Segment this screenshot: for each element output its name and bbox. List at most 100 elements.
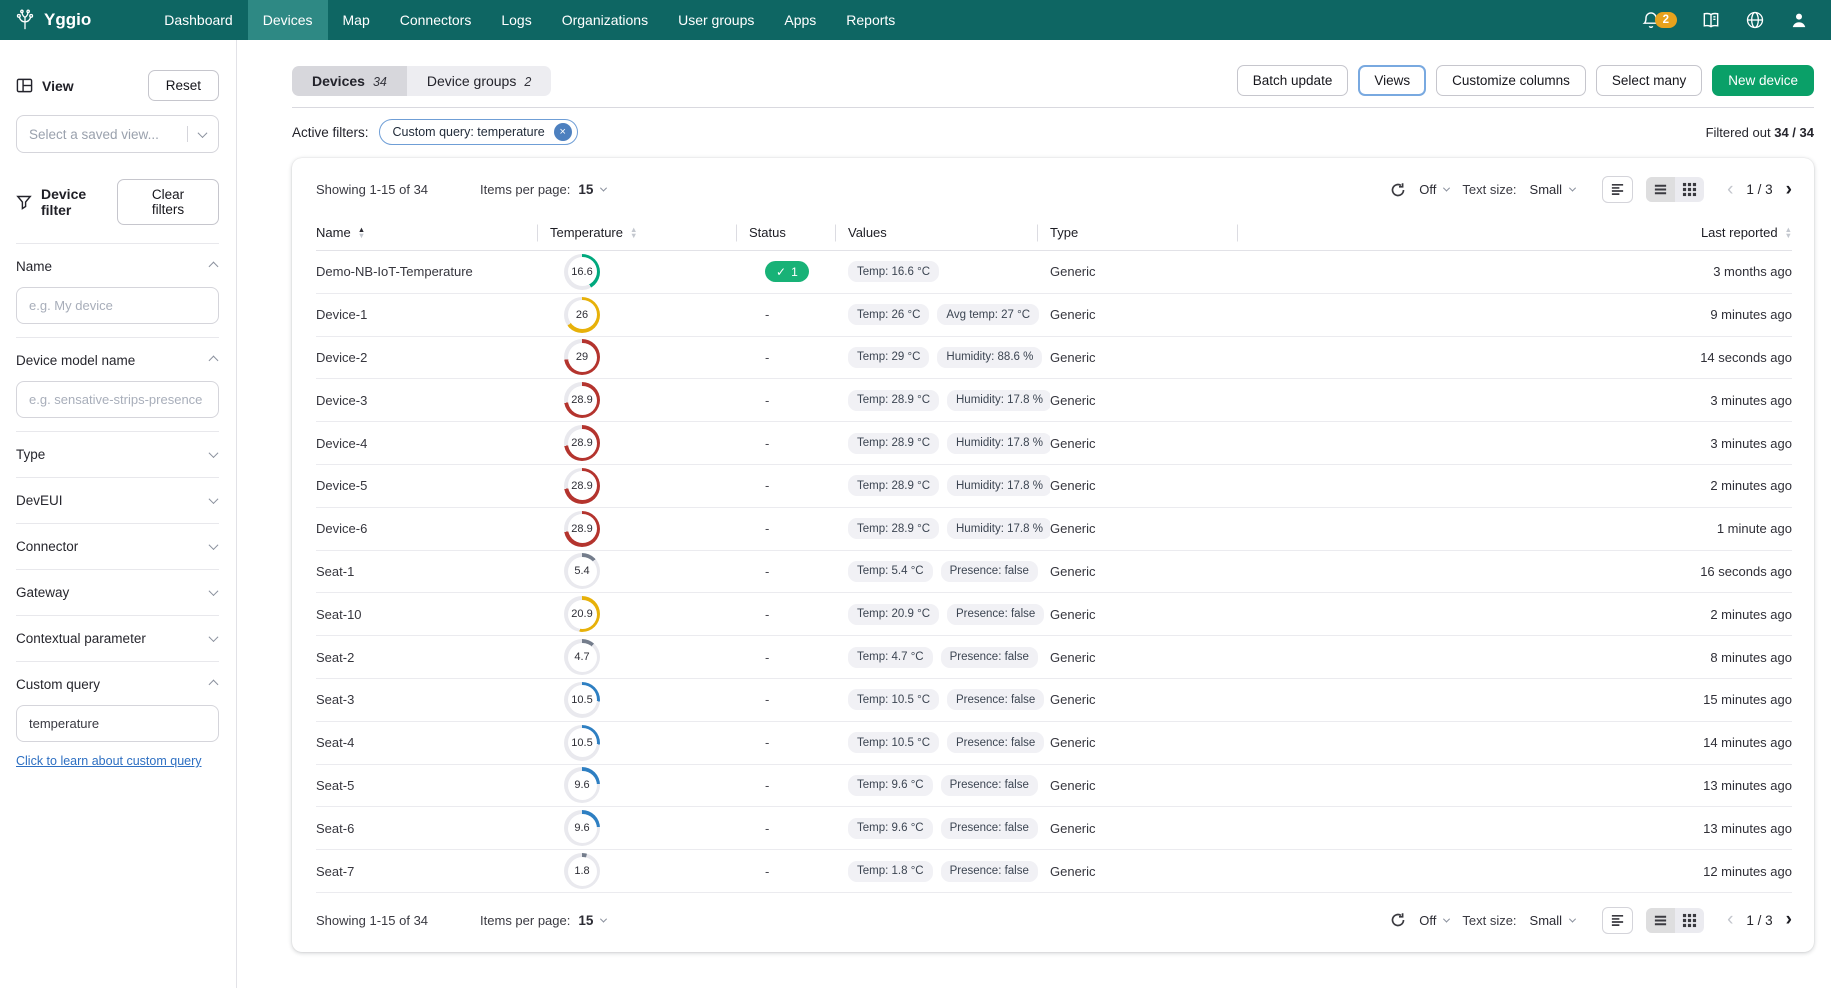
column-header: Status [749,215,848,250]
header-button[interactable]: Select many [1596,65,1702,96]
nav-item[interactable]: Organizations [547,0,663,40]
chevron-icon [209,494,219,504]
table-controls-bar: Showing 1-15 of 34 Items per page: 15 Of… [316,893,1792,938]
column-header[interactable]: Temperature ▲▼ [550,215,749,250]
device-row[interactable]: Seat-1 5.4 - Temp: 5.4 °CPresence: false… [316,551,1792,594]
filter-section-header[interactable]: Name [16,257,219,276]
nav-item[interactable]: User groups [663,0,769,40]
chevron-down-icon [198,128,208,138]
filter-section-input[interactable] [16,705,219,742]
header-button[interactable]: Customize columns [1436,65,1586,96]
device-row[interactable]: Seat-2 4.7 - Temp: 4.7 °CPresence: false… [316,636,1792,679]
column-header[interactable]: Last reported ▲▼ [1632,215,1792,250]
custom-query-help-link[interactable]: Click to learn about custom query [16,754,202,768]
device-row[interactable]: Seat-6 9.6 - Temp: 9.6 °CPresence: false… [316,807,1792,850]
device-row[interactable]: Device-1 26 - Temp: 26 °CAvg temp: 27 °C… [316,294,1792,337]
text-size-select[interactable]: Small [1530,182,1576,197]
filter-section-header[interactable]: DevEUI [16,491,219,510]
filter-section-header[interactable]: Device model name [16,351,219,370]
filter-section-input[interactable] [16,381,219,418]
filter-section-header[interactable]: Connector [16,537,219,556]
filter-section: Contextual parameter [16,615,219,661]
docs-book-icon[interactable] [1701,10,1721,30]
nav-item[interactable]: Connectors [385,0,487,40]
device-values: Temp: 28.9 °CHumidity: 17.8 % [848,433,1050,454]
temperature-gauge: 10.5 [564,725,600,761]
nav-item[interactable]: Reports [831,0,910,40]
notifications-bell-icon[interactable]: 2 [1641,10,1677,30]
column-header[interactable]: Name ▲▼ [316,215,550,250]
value-pill: Humidity: 17.8 % [947,390,1050,411]
list-view-button[interactable] [1646,177,1675,202]
device-row[interactable]: Demo-NB-IoT-Temperature 16.6 ✓1 Temp: 16… [316,251,1792,294]
header-button[interactable]: Views [1358,65,1426,96]
remove-filter-icon[interactable]: × [554,123,572,141]
items-per-page-select[interactable]: 15 [578,182,606,197]
auto-refresh-icon[interactable] [1390,912,1406,928]
device-row[interactable]: Seat-4 10.5 - Temp: 10.5 °CPresence: fal… [316,722,1792,765]
device-status: - [749,650,848,665]
filter-section-input[interactable] [16,287,219,324]
value-pill: Presence: false [941,775,1038,796]
tab[interactable]: Devices34 [292,66,407,96]
items-per-page-label: Items per page: [480,913,570,928]
device-name: Seat-3 [316,692,550,707]
yggio-brand[interactable]: Yggio [0,0,109,40]
language-globe-icon[interactable] [1745,10,1765,30]
refresh-interval-select[interactable]: Off [1419,913,1449,928]
device-values: Temp: 9.6 °CPresence: false [848,775,1050,796]
nav-item[interactable]: Dashboard [149,0,248,40]
reset-view-button[interactable]: Reset [148,70,219,101]
tab[interactable]: Device groups2 [407,66,551,96]
saved-view-select[interactable]: Select a saved view... [16,115,219,153]
next-page-button[interactable]: › [1786,179,1792,201]
nav-item[interactable]: Map [328,0,385,40]
auto-refresh-icon[interactable] [1390,182,1406,198]
header-button[interactable]: New device [1712,65,1814,96]
prev-page-button[interactable]: ‹ [1727,909,1733,931]
device-status: - [749,393,848,408]
nav-item[interactable]: Apps [769,0,831,40]
grid-view-button[interactable] [1675,177,1704,202]
device-status: - [749,735,848,750]
filter-section-header[interactable]: Contextual parameter [16,629,219,648]
prev-page-button[interactable]: ‹ [1727,179,1733,201]
device-row[interactable]: Seat-7 1.8 - Temp: 1.8 °CPresence: false… [316,850,1792,893]
user-profile-icon[interactable] [1789,10,1809,30]
device-status: - [749,564,848,579]
compact-list-view-button[interactable] [1602,176,1633,203]
device-type: Generic [1050,564,1250,579]
next-page-button[interactable]: › [1786,909,1792,931]
list-view-button[interactable] [1646,908,1675,933]
device-row[interactable]: Device-2 29 - Temp: 29 °CHumidity: 88.6 … [316,337,1792,380]
device-row[interactable]: Device-3 28.9 - Temp: 28.9 °CHumidity: 1… [316,379,1792,422]
device-row[interactable]: Seat-5 9.6 - Temp: 9.6 °CPresence: false… [316,765,1792,808]
device-row[interactable]: Device-4 28.9 - Temp: 28.9 °CHumidity: 1… [316,422,1792,465]
device-name: Demo-NB-IoT-Temperature [316,264,550,279]
items-per-page-select[interactable]: 15 [578,913,606,928]
filter-section-header[interactable]: Type [16,445,219,464]
chevron-down-icon [600,916,607,923]
device-row[interactable]: Seat-3 10.5 - Temp: 10.5 °CPresence: fal… [316,679,1792,722]
filter-section-header[interactable]: Custom query [16,675,219,694]
filter-section-header[interactable]: Gateway [16,583,219,602]
device-row[interactable]: Device-6 28.9 - Temp: 28.9 °CHumidity: 1… [316,508,1792,551]
device-row[interactable]: Seat-10 20.9 - Temp: 20.9 °CPresence: fa… [316,593,1792,636]
text-size-select[interactable]: Small [1530,913,1576,928]
device-status: ✓1 [749,261,848,282]
chevron-icon [209,448,219,458]
compact-list-view-button[interactable] [1602,907,1633,934]
value-pill: Temp: 28.9 °C [848,475,939,496]
grid-view-button[interactable] [1675,908,1704,933]
device-values: Temp: 20.9 °CPresence: false [848,604,1050,625]
device-row[interactable]: Device-5 28.9 - Temp: 28.9 °CHumidity: 1… [316,465,1792,508]
device-name: Seat-4 [316,735,550,750]
nav-item[interactable]: Logs [486,0,546,40]
header-button[interactable]: Batch update [1237,65,1349,96]
device-status: - [749,864,848,879]
clear-filters-button[interactable]: Clear filters [117,179,219,225]
device-status: - [749,607,848,622]
last-reported: 3 minutes ago [1632,436,1792,451]
nav-item[interactable]: Devices [248,0,328,40]
refresh-interval-select[interactable]: Off [1419,182,1449,197]
